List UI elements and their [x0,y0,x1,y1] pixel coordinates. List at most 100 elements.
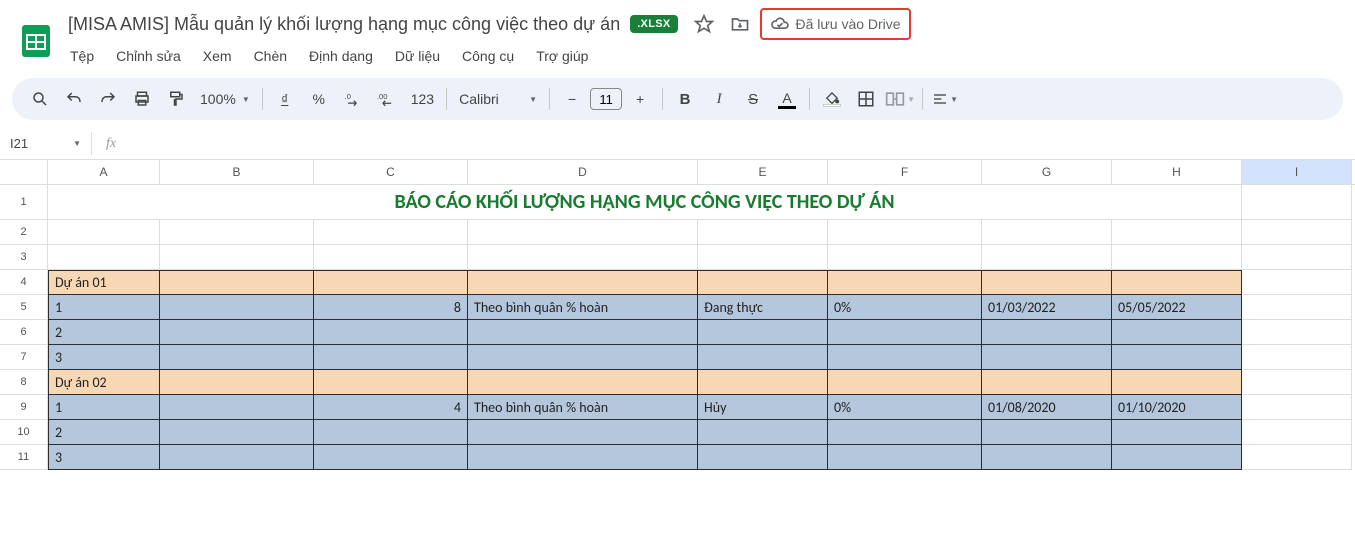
menu-format[interactable]: Định dạng [307,44,375,68]
cell[interactable]: Hủy [698,395,828,420]
cell[interactable] [698,320,828,345]
cell[interactable] [1242,270,1352,295]
cell[interactable] [1242,395,1352,420]
cell[interactable]: 1 [48,295,160,320]
cell[interactable] [314,345,468,370]
col-header-D[interactable]: D [468,160,698,184]
row-header[interactable]: 7 [0,345,48,370]
col-header-H[interactable]: H [1112,160,1242,184]
cell[interactable] [698,345,828,370]
row-header[interactable]: 2 [0,220,48,245]
row-header[interactable]: 9 [0,395,48,420]
cell[interactable] [698,420,828,445]
cell[interactable] [314,370,468,395]
cell[interactable]: 1 [48,395,160,420]
cell[interactable] [1112,445,1242,470]
row-header[interactable]: 1 [0,185,48,220]
cell[interactable]: 01/10/2020 [1112,395,1242,420]
print-icon[interactable] [126,84,158,114]
font-size-input[interactable]: 11 [590,88,622,110]
cell[interactable] [468,245,698,270]
cell[interactable]: 01/08/2020 [982,395,1112,420]
cell[interactable] [48,220,160,245]
cell[interactable] [314,445,468,470]
cell[interactable]: 4 [314,395,468,420]
cell[interactable] [1112,370,1242,395]
cell[interactable] [982,320,1112,345]
paint-format-icon[interactable] [160,84,192,114]
cell[interactable] [468,420,698,445]
formula-bar[interactable] [130,140,1355,148]
cell[interactable] [828,345,982,370]
cell[interactable] [1242,185,1352,220]
spreadsheet-grid[interactable]: A B C D E F G H I 1BÁO CÁO KHỐI LƯỢNG HẠ… [0,160,1355,537]
zoom-dropdown[interactable]: 100%▼ [194,91,256,107]
cell[interactable] [1242,445,1352,470]
col-header-G[interactable]: G [982,160,1112,184]
cell[interactable] [1242,420,1352,445]
report-title-cell[interactable]: BÁO CÁO KHỐI LƯỢNG HẠNG MỤC CÔNG VIỆC TH… [48,185,1242,220]
cell[interactable] [314,220,468,245]
cell[interactable] [828,370,982,395]
cell[interactable] [982,220,1112,245]
select-all-cell[interactable] [0,160,48,184]
cell[interactable] [48,245,160,270]
row-header[interactable]: 10 [0,420,48,445]
cell[interactable]: 8 [314,295,468,320]
cell[interactable] [1112,220,1242,245]
cell[interactable]: 0% [828,395,982,420]
cell[interactable] [160,395,314,420]
cell[interactable] [468,320,698,345]
cell[interactable] [828,320,982,345]
name-box[interactable]: I21▼ [0,132,92,155]
cell[interactable] [982,370,1112,395]
row-header[interactable]: 5 [0,295,48,320]
cell[interactable] [468,220,698,245]
merge-cells-button[interactable]: ▼ [884,84,916,114]
cell[interactable] [314,320,468,345]
currency-button[interactable]: ₫ [269,84,301,114]
cell[interactable] [468,445,698,470]
borders-button[interactable] [850,84,882,114]
font-dropdown[interactable]: Calibri▼ [453,91,543,107]
col-header-F[interactable]: F [828,160,982,184]
menu-insert[interactable]: Chèn [252,44,289,68]
row-header[interactable]: 6 [0,320,48,345]
cell[interactable] [160,295,314,320]
cell[interactable] [982,270,1112,295]
col-header-E[interactable]: E [698,160,828,184]
cell[interactable] [1242,295,1352,320]
menu-help[interactable]: Trợ giúp [534,44,590,68]
col-header-B[interactable]: B [160,160,314,184]
cell[interactable]: 0% [828,295,982,320]
cell[interactable] [698,220,828,245]
menu-data[interactable]: Dữ liệu [393,44,442,68]
cell[interactable] [160,270,314,295]
cell[interactable] [1112,320,1242,345]
cell[interactable] [160,445,314,470]
cell[interactable] [160,320,314,345]
move-folder-icon[interactable] [730,14,750,34]
cell[interactable] [1242,370,1352,395]
cell[interactable] [698,445,828,470]
fill-color-button[interactable] [816,84,848,114]
cell[interactable]: 3 [48,345,160,370]
cell[interactable] [982,445,1112,470]
cell[interactable] [160,220,314,245]
cell[interactable] [468,270,698,295]
italic-button[interactable]: I [703,84,735,114]
cell[interactable] [982,245,1112,270]
cell[interactable]: 01/03/2022 [982,295,1112,320]
cell[interactable] [828,220,982,245]
menu-file[interactable]: Tệp [68,44,96,68]
strikethrough-button[interactable]: S [737,84,769,114]
undo-icon[interactable] [58,84,90,114]
row-header[interactable]: 4 [0,270,48,295]
cell[interactable] [1242,245,1352,270]
col-header-I[interactable]: I [1242,160,1352,184]
cell[interactable] [314,270,468,295]
text-color-button[interactable]: A [771,84,803,114]
cell[interactable] [1112,345,1242,370]
cell[interactable] [1242,345,1352,370]
save-status[interactable]: Đã lưu vào Drive [760,8,911,40]
